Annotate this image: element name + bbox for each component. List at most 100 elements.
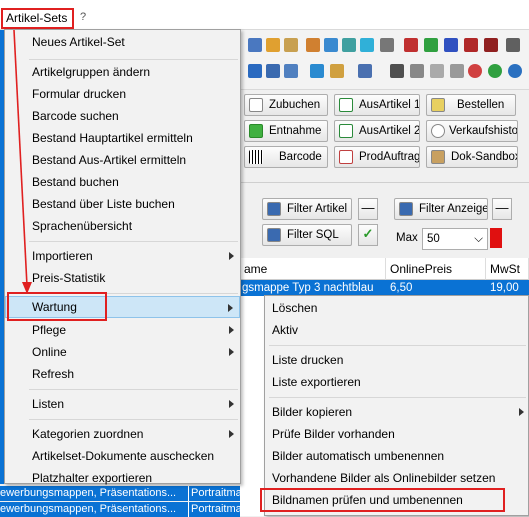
icon-toolbar [240,30,529,90]
bestellen-icon [431,98,445,112]
gem-icon[interactable] [450,64,464,78]
tag-icon[interactable] [410,64,424,78]
entnahme-button[interactable]: Entnahme [244,120,328,142]
ausartikel-icon [339,98,353,112]
menu-item-dokumente-auschecken[interactable]: Artikelset-Dokumente auschecken [5,445,240,467]
menu-item-bestand-liste-buchen[interactable]: Bestand über Liste buchen [5,193,240,215]
filter-anzeige-button[interactable]: Filter Anzeige [394,198,488,220]
filter-artikel-button[interactable]: Filter Artikel [262,198,352,220]
menu-item-artikelgruppen-aendern[interactable]: Artikelgruppen ändern [5,61,240,83]
lifebuoy-icon[interactable] [468,64,482,78]
menu-item-listen[interactable]: Listen [5,393,240,415]
package-icon[interactable] [284,38,298,52]
menu-item-formular-drucken[interactable]: Formular drucken [5,83,240,105]
menu-item-refresh[interactable]: Refresh [5,363,240,385]
menu-item-liste-exportieren[interactable]: Liste exportieren [265,371,528,393]
bestellen-button[interactable]: Bestellen [426,94,516,116]
menu-item-aktiv[interactable]: Aktiv [265,319,528,341]
menu-item-online[interactable]: Online [5,341,240,363]
submenu-arrow-icon [229,326,234,334]
down-arrow-icon [249,124,263,138]
menu-item-onlinebilder-setzen[interactable]: Vorhandene Bilder als Onlinebilder setze… [265,467,528,489]
status-indicator [490,228,502,248]
menu-item-kategorien-zuordnen[interactable]: Kategorien zuordnen [5,423,240,445]
grid-icon[interactable] [284,64,298,78]
book-darkred-icon[interactable] [484,38,498,52]
globe-blue-icon[interactable] [508,64,522,78]
box-blue-icon[interactable] [248,64,262,78]
barcode-button[interactable]: Barcode [244,146,328,168]
apply-check-button[interactable]: ✓ [358,224,378,246]
box-icon[interactable] [342,38,356,52]
ausartikel1-button[interactable]: AusArtikel 1 [334,94,420,116]
menu-item-platzhalter-exportieren[interactable]: Platzhalter exportieren [5,467,240,489]
menu-bar: Artikel-Sets ? [0,0,529,30]
refresh-icon[interactable] [324,38,338,52]
zubuchen-button[interactable]: Zubuchen [244,94,328,116]
verkaufshistorie-button[interactable]: Verkaufshistorie [426,120,518,142]
menu-item-pflege[interactable]: Pflege [5,319,240,341]
submenu-arrow-icon [229,348,234,356]
menu-item-preis-statistik[interactable]: Preis-Statistik [5,267,240,289]
book-green-icon[interactable] [424,38,438,52]
book-red-icon[interactable] [404,38,418,52]
action-buttons-panel: Zubuchen AusArtikel 1 Bestellen Entnahme… [240,90,529,178]
menu-item-bestand-aus-artikel[interactable]: Bestand Aus-Artikel ermitteln [5,149,240,171]
max-select[interactable]: 50 ⌵ [422,228,488,250]
eraser-icon[interactable] [430,64,444,78]
menu-item-importieren[interactable]: Importieren [5,245,240,267]
globe-icon[interactable] [488,64,502,78]
artikel-sets-menu: Neues Artikel-Set Artikelgruppen ändern … [4,29,241,485]
ausartikel2-icon [339,124,353,138]
menu-item-bilder-umbenennen[interactable]: Bilder automatisch umbenennen [265,445,528,467]
doksandbox-button[interactable]: Dok-Sandbox [426,146,518,168]
zubuchen-icon [249,98,263,112]
prodauftrag-button[interactable]: ProdAuftrag [334,146,420,168]
wartung-submenu: Löschen Aktiv Liste drucken Liste export… [264,295,529,516]
max-label: Max [396,232,418,244]
menu-item-barcode-suchen[interactable]: Barcode suchen [5,105,240,127]
boxes-icon[interactable] [330,64,344,78]
clear-filter-anzeige-button[interactable]: — [492,198,512,220]
star-icon[interactable] [360,38,374,52]
annotation-box-wartung [7,292,107,321]
save-icon[interactable] [248,38,262,52]
table-icon[interactable] [266,64,280,78]
menu-item-loeschen[interactable]: Löschen [265,297,528,319]
menu-item-sprachenuebersicht[interactable]: Sprachenübersicht [5,215,240,237]
menu-separator [29,419,238,420]
menu-item-bilder-kopieren[interactable]: Bilder kopieren [265,401,528,423]
menu-separator [29,241,238,242]
user-icon[interactable] [506,38,520,52]
book-blue-icon[interactable] [444,38,458,52]
column-header-name[interactable]: ame [240,258,386,280]
menu-separator [29,389,238,390]
document-icon [431,150,445,164]
calculator-icon[interactable] [380,38,394,52]
network-icon[interactable] [310,64,324,78]
submenu-arrow-icon [228,304,233,312]
ausartikel2-button[interactable]: AusArtikel 2 [334,120,420,142]
clear-filter-artikel-button[interactable]: — [358,198,378,220]
menu-item-neues-artikel-set[interactable]: Neues Artikel-Set [5,31,240,53]
print-icon[interactable] [266,38,280,52]
menu-help[interactable]: ? [80,11,86,23]
binoculars2-icon [399,202,413,216]
column-header-mwst[interactable]: MwSt [486,258,529,280]
disk-icon[interactable] [358,64,372,78]
menu-item-liste-drucken[interactable]: Liste drucken [265,349,528,371]
history-icon [431,124,445,138]
submenu-arrow-icon [229,430,234,438]
table-row[interactable]: gsmappe Typ 3 nachtblau 6,50 19,00 [240,280,529,296]
filter-sql-button[interactable]: Filter SQL [262,224,352,246]
column-header-onlinepreis[interactable]: OnlinePreis [386,258,486,280]
table-row[interactable]: ewerbungsmappen, Präsentations... Portra… [0,502,240,517]
menu-item-bestand-hauptartikel[interactable]: Bestand Hauptartikel ermitteln [5,127,240,149]
book-red2-icon[interactable] [464,38,478,52]
person-icon[interactable] [390,64,404,78]
barcode-icon [249,150,263,164]
menu-item-pruefe-bilder[interactable]: Prüfe Bilder vorhanden [265,423,528,445]
binoculars-icon [267,202,281,216]
menu-item-bestand-buchen[interactable]: Bestand buchen [5,171,240,193]
users-icon[interactable] [306,38,320,52]
